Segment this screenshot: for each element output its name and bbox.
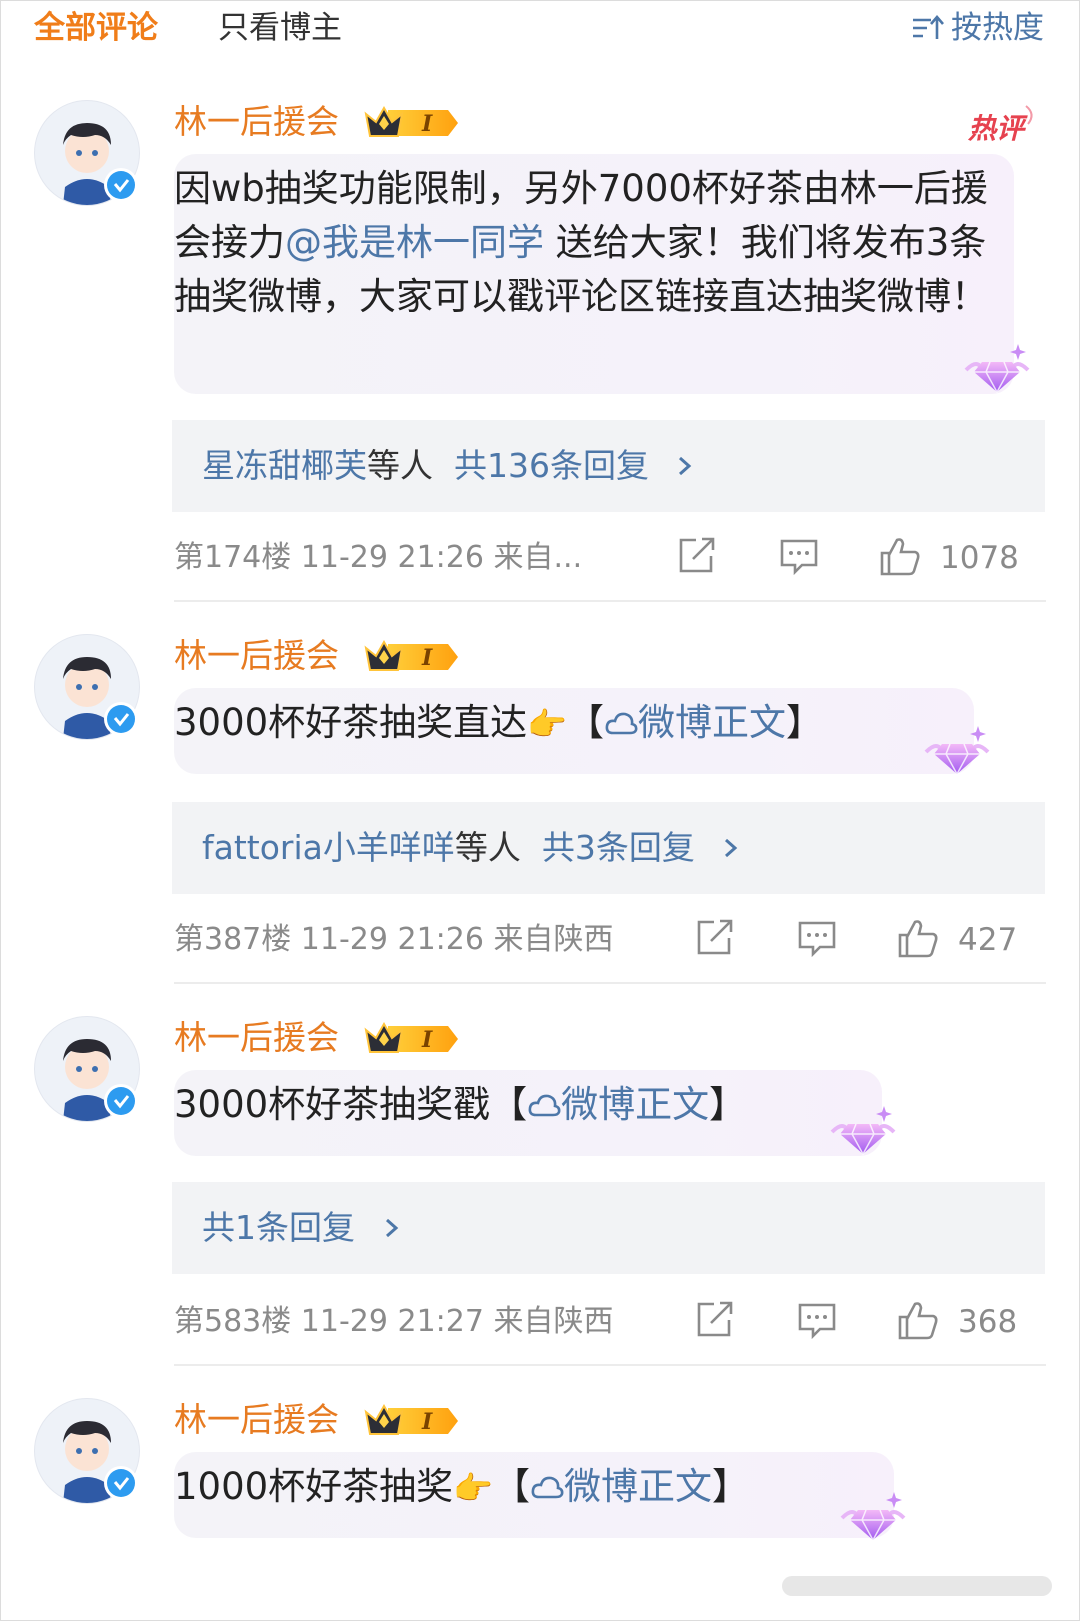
comment-meta: 第174楼 11-29 21:26 来自... [174,540,583,575]
like-count: 1078 [940,540,1019,576]
mention-link[interactable]: @我是林一同学 [285,221,544,264]
replies-summary[interactable]: fattoria小羊咩咩等人 共3条回复 [172,802,1045,894]
comment-icon[interactable] [778,536,820,576]
gem-decoration-icon [840,1492,906,1542]
comment-content: 1000杯好茶抽奖👉【 微博正文】 [174,1452,894,1538]
reply-users[interactable]: 星冻甜椰芙 [202,446,367,485]
reply-count[interactable]: 共3条回复 [542,828,695,867]
scrollbar-thumb[interactable] [782,1576,1052,1596]
crown-level-icon: I [364,639,458,671]
hot-comment-tag: 热评 [967,105,1033,145]
comment-meta: 第583楼 11-29 21:27 来自陕西 [174,1304,614,1339]
verified-icon [104,168,138,202]
divider [174,1364,1046,1366]
cloud-icon [528,1094,561,1117]
crown-level-icon: I [364,1021,458,1053]
svg-text:热评: 热评 [967,112,1028,145]
gem-decoration-icon [830,1106,896,1156]
reply-count[interactable]: 共1条回复 [202,1208,355,1247]
crown-level-icon: I [364,1403,458,1435]
sort-by-hot-button[interactable]: 按热度 [911,8,1044,48]
share-icon[interactable] [694,918,734,958]
replies-summary[interactable]: 星冻甜椰芙等人 共136条回复 [172,420,1045,512]
tab-all-comments[interactable]: 全部评论 [34,8,158,48]
comment-icon[interactable] [796,918,838,958]
share-icon[interactable] [694,1300,734,1340]
comment-header: 全部评论 只看博主 按热度 [0,0,1080,60]
pointing-hand-icon: 👉 [527,705,568,743]
divider [174,982,1046,984]
post-link[interactable]: 微博正文 [530,1465,712,1508]
comment-meta: 第387楼 11-29 21:26 来自陕西 [174,922,614,957]
chevron-right-icon [385,1218,398,1238]
chevron-right-icon [725,838,738,858]
divider [174,600,1046,602]
verified-icon [104,702,138,736]
comment-content: 3000杯好茶抽奖戳【 微博正文】 [174,1070,882,1156]
pointing-hand-icon: 👉 [453,1469,494,1507]
comment-content: 因wb抽奖功能限制，另外7000杯好茶由林一后援会接力@我是林一同学 送给大家！… [174,154,1014,394]
verified-icon [104,1084,138,1118]
like-count: 368 [958,1304,1018,1340]
cloud-icon [531,1476,564,1499]
like-count: 427 [958,922,1018,958]
post-link[interactable]: 微博正文 [604,701,786,744]
username[interactable]: 林一后援会 [174,1016,339,1060]
like-icon[interactable] [896,916,940,960]
svg-text:I: I [421,1409,433,1435]
username[interactable]: 林一后援会 [174,1398,339,1442]
comment-content: 3000杯好茶抽奖直达👉【 微博正文】 [174,688,974,774]
like-icon[interactable] [896,1298,940,1342]
sort-icon [913,15,944,39]
cloud-icon [605,712,638,735]
like-icon[interactable] [878,534,922,578]
comment-icon[interactable] [796,1300,838,1340]
username[interactable]: 林一后援会 [174,634,339,678]
tab-host-only[interactable]: 只看博主 [218,8,342,48]
gem-decoration-icon [964,344,1030,394]
svg-text:I: I [421,111,433,137]
replies-summary[interactable]: 共1条回复 [172,1182,1045,1274]
share-icon[interactable] [676,536,716,576]
reply-count[interactable]: 共136条回复 [454,446,649,485]
svg-text:I: I [421,645,433,671]
post-link[interactable]: 微博正文 [527,1083,709,1126]
verified-icon [104,1466,138,1500]
sort-label: 按热度 [951,10,1044,46]
crown-level-icon: I [364,105,458,137]
reply-users[interactable]: fattoria小羊咩咩 [202,828,455,867]
gem-decoration-icon [924,726,990,776]
username[interactable]: 林一后援会 [174,100,339,144]
chevron-right-icon [679,456,692,476]
svg-text:I: I [421,1027,433,1053]
